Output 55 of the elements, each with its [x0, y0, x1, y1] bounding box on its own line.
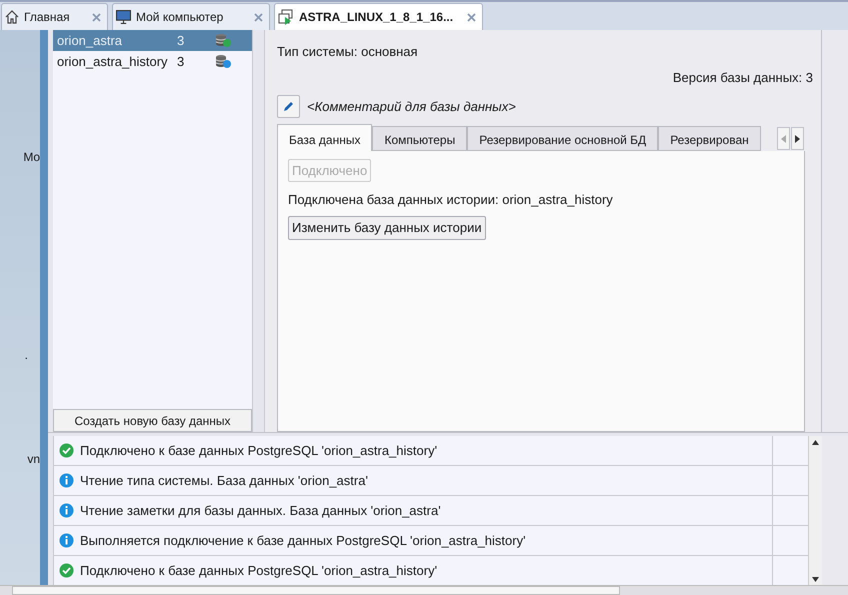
- close-icon[interactable]: [254, 12, 263, 22]
- create-database-button[interactable]: Создать новую базу данных: [53, 409, 252, 432]
- edit-button[interactable]: [277, 95, 300, 118]
- log-row[interactable]: Чтение типа системы. База данных 'orion_astra': [54, 466, 808, 496]
- database-name: orion_astra: [57, 32, 124, 50]
- log-message: Чтение типа системы. База данных 'orion_astra': [80, 472, 368, 490]
- close-icon[interactable]: [467, 12, 476, 22]
- system-type-text: Тип системы: основная: [277, 43, 419, 61]
- comment-text: <Комментарий для базы данных>: [307, 98, 516, 116]
- database-icon: [215, 54, 232, 69]
- close-icon[interactable]: [92, 12, 101, 22]
- log-message: Чтение заметки для базы данных. База данных 'orion_astra': [80, 502, 441, 520]
- tab[interactable]: Резервирован: [658, 126, 761, 151]
- tab-label: ASTRA_LINUX_1_8_1_16...: [299, 9, 454, 26]
- info-icon: [59, 503, 74, 518]
- tab[interactable]: Резервирование основной БД: [467, 126, 658, 151]
- database-icon: [215, 33, 232, 48]
- browser-tab[interactable]: Главная: [1, 3, 108, 30]
- left-arrow-icon: [781, 134, 786, 142]
- tab-label: Мой компьютер: [136, 9, 224, 26]
- tab-label: Главная: [24, 9, 71, 26]
- scroll-right-button[interactable]: [791, 127, 804, 150]
- tab[interactable]: Компьютеры: [372, 126, 468, 151]
- history-database-text: Подключена база данных истории: orion_astra_history: [288, 191, 613, 209]
- database-row[interactable]: orion_astra_history 3: [53, 51, 252, 72]
- database-version-text: Версия базы данных: 3: [672, 68, 813, 87]
- check-icon: [59, 443, 74, 458]
- database-name: orion_astra_history: [57, 52, 169, 71]
- desktop-label: vn: [27, 451, 40, 468]
- desktop-label: .: [24, 347, 28, 364]
- horizontal-scrollbar[interactable]: [0, 585, 848, 595]
- down-arrow-icon[interactable]: [812, 577, 819, 582]
- info-icon: [59, 533, 74, 548]
- log-row[interactable]: Выполняется подключение к базе данных PostgreSQL 'orion_astra_history': [54, 526, 808, 556]
- virtual-machine-icon: [278, 9, 294, 25]
- database-version: 3: [177, 32, 186, 50]
- database-version: 3: [177, 52, 186, 71]
- vertical-scrollbar[interactable]: [808, 436, 822, 586]
- log-row[interactable]: Чтение заметки для базы данных. База данных 'orion_astra': [54, 496, 808, 526]
- right-arrow-icon: [795, 134, 800, 142]
- browser-tab[interactable]: ASTRA_LINUX_1_8_1_16...: [274, 3, 483, 30]
- browser-tab[interactable]: Мой компьютер: [112, 3, 270, 30]
- log-row[interactable]: Подключено к базе данных PostgreSQL 'orion_astra_history': [54, 436, 808, 466]
- pencil-icon: [282, 100, 295, 113]
- info-icon: [59, 473, 74, 488]
- home-icon: [5, 10, 19, 24]
- desktop-label: Mo: [23, 149, 40, 166]
- tab[interactable]: База данных: [277, 124, 372, 151]
- log-message: Подключено к базе данных PostgreSQL 'orion_astra_history': [80, 562, 438, 580]
- monitor-icon: [116, 10, 131, 24]
- log-message: Подключено к базе данных PostgreSQL 'orion_astra_history': [80, 442, 438, 460]
- up-arrow-icon[interactable]: [812, 440, 819, 445]
- log-message: Выполняется подключение к базе данных PostgreSQL 'orion_astra_history': [80, 532, 526, 550]
- check-icon: [59, 563, 74, 578]
- change-history-database-button[interactable]: Изменить базу данных истории: [288, 216, 486, 240]
